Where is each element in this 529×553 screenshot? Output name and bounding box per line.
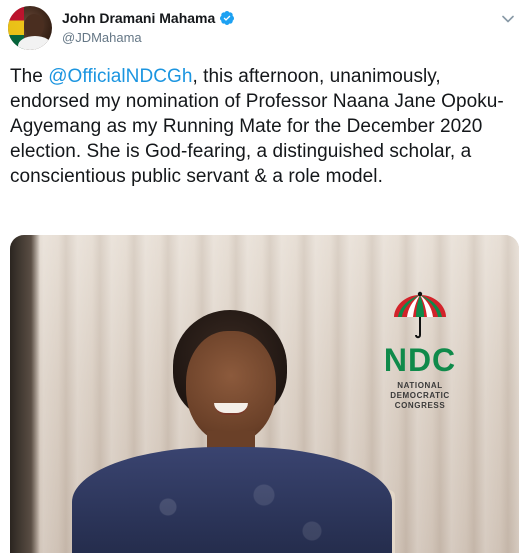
tweet-photo[interactable]: NDC NATIONAL DEMOCRATIC CONGRESS (10, 235, 519, 553)
tweet-text: The @OfficialNDCGh, this afternoon, unan… (10, 64, 515, 189)
woman-face (186, 331, 276, 443)
display-name[interactable]: John Dramani Mahama (62, 9, 215, 27)
ndc-umbrella-icon (394, 291, 446, 339)
avatar-shirt (18, 36, 52, 50)
ndc-line-national: NATIONAL (397, 381, 443, 390)
verified-badge-icon (220, 11, 235, 25)
avatar[interactable] (8, 6, 52, 50)
handle[interactable]: @JDMahama (62, 29, 235, 47)
chevron-down-icon[interactable] (501, 12, 515, 26)
ndc-abbrev: NDC (383, 342, 457, 378)
ndc-line-democratic: DEMOCRATIC (390, 391, 450, 400)
tweet-header: John Dramani Mahama @JDMahama (8, 6, 235, 50)
author-names: John Dramani Mahama @JDMahama (62, 9, 235, 47)
tweet-card: John Dramani Mahama @JDMahama The @Offic… (0, 0, 529, 553)
avatar-face (24, 14, 44, 38)
tweet-text-prefix: The (10, 66, 49, 87)
ndc-line-congress: CONGRESS (394, 401, 446, 410)
display-name-row: John Dramani Mahama (62, 9, 235, 27)
mention-link[interactable]: @OfficialNDCGh (48, 66, 192, 87)
ndc-logo: NDC NATIONAL DEMOCRATIC CONGRESS (375, 287, 465, 411)
woman-dress (72, 447, 392, 553)
photo-left-shadow (10, 235, 40, 553)
